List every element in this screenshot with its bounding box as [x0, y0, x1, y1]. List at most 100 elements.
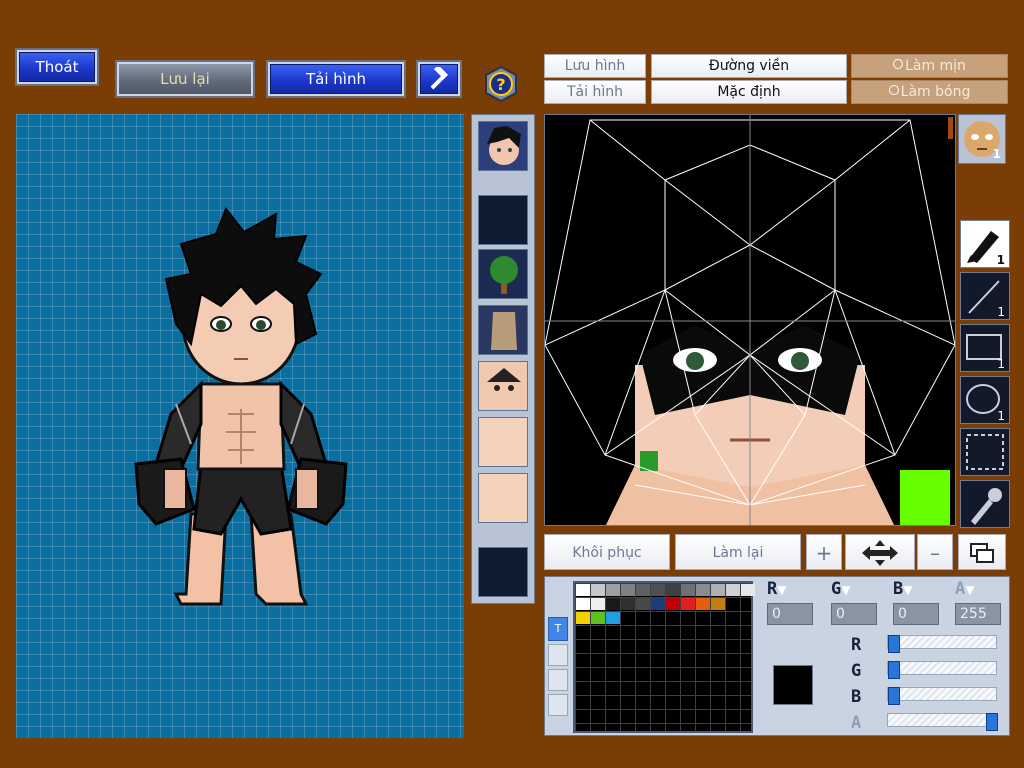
palette-swatch[interactable]	[576, 612, 590, 624]
a-slider-label: A	[851, 713, 862, 733]
palette-swatch[interactable]	[696, 598, 710, 610]
zoom-in-button[interactable]: +	[806, 534, 842, 570]
restore-button[interactable]: Khôi phục	[544, 534, 670, 570]
r-dropdown-icon[interactable]: ▼	[777, 583, 786, 597]
part-slot-hair[interactable]	[478, 121, 528, 171]
g-dropdown-icon[interactable]: ▼	[841, 583, 850, 597]
palette-swatch[interactable]	[681, 584, 695, 596]
smooth-radio[interactable]	[893, 59, 904, 69]
part-slot-empty-1[interactable]	[478, 195, 528, 245]
g-channel[interactable]: G▼	[831, 579, 881, 601]
zoom-out-button[interactable]: –	[917, 534, 953, 570]
help-button[interactable]: ?	[483, 65, 519, 103]
palette-swatch[interactable]	[591, 584, 605, 596]
a-slider-thumb[interactable]	[986, 713, 998, 731]
palette-tab-2[interactable]	[548, 644, 568, 666]
palette-swatch[interactable]	[636, 598, 650, 610]
rectangle-tool[interactable]: 1	[960, 324, 1010, 372]
palette-swatch[interactable]	[606, 584, 620, 596]
b-slider[interactable]	[887, 687, 997, 705]
palette-panel: T R▼ 0 G▼ 0 B▼ 0 A▼ 255 R G B A	[544, 576, 1010, 736]
part-slot-face-1[interactable]	[478, 361, 528, 411]
load-image-button[interactable]: Tải hình	[544, 80, 646, 104]
r-slider[interactable]	[887, 635, 997, 653]
part-slot-tree[interactable]	[478, 249, 528, 299]
eyedropper-icon	[971, 488, 1002, 525]
select-tool[interactable]	[960, 428, 1010, 476]
a-slider[interactable]	[887, 713, 998, 731]
part-slot-empty-2[interactable]	[478, 547, 528, 597]
a-dropdown-icon[interactable]: ▼	[965, 583, 974, 597]
palette-swatch[interactable]	[741, 584, 755, 596]
palette-grid[interactable]	[573, 581, 755, 733]
shade-label: Làm bóng	[900, 84, 971, 100]
smooth-option[interactable]: Làm mịn	[851, 54, 1008, 78]
palette-swatch[interactable]	[621, 584, 635, 596]
layers-button[interactable]	[958, 534, 1006, 570]
part-slot-body[interactable]	[478, 305, 528, 355]
part-selector	[471, 114, 535, 604]
palette-tab-3[interactable]	[548, 669, 568, 691]
save-button[interactable]: Lưu lại	[115, 60, 255, 98]
b-slider-thumb[interactable]	[888, 687, 900, 705]
part-slot-face-3[interactable]	[478, 473, 528, 523]
face-preview[interactable]: 1	[958, 114, 1006, 164]
palette-swatch[interactable]	[591, 598, 605, 610]
palette-tab-4[interactable]	[548, 694, 568, 716]
r-channel[interactable]: R▼	[767, 579, 817, 601]
part-slot-face-2[interactable]	[478, 417, 528, 467]
exit-button[interactable]: Thoát	[15, 48, 99, 86]
g-slider[interactable]	[887, 661, 997, 679]
outline-button[interactable]: Đường viền	[651, 54, 847, 78]
face-mesh	[545, 115, 955, 525]
shade-option[interactable]: Làm bóng	[851, 80, 1008, 104]
b-channel[interactable]: B▼	[893, 579, 943, 601]
b-dropdown-icon[interactable]: ▼	[903, 583, 912, 597]
layers-icon	[970, 543, 994, 563]
redo-button[interactable]: Làm lại	[675, 534, 801, 570]
palette-tab-1[interactable]: T	[548, 617, 568, 641]
line-tool-badge: 1	[997, 305, 1005, 319]
g-slider-label: G	[851, 661, 862, 681]
palette-swatch[interactable]	[711, 584, 725, 596]
palette-swatch[interactable]	[651, 598, 665, 610]
ellipse-tool[interactable]: 1	[960, 376, 1010, 424]
move-button[interactable]	[845, 534, 915, 570]
load-button[interactable]: Tải hình	[266, 60, 406, 98]
b-field[interactable]: 0	[893, 603, 939, 625]
g-field[interactable]: 0	[831, 603, 877, 625]
palette-swatch[interactable]	[666, 584, 680, 596]
palette-tabs: T	[548, 617, 568, 732]
palette-swatch[interactable]	[591, 612, 605, 624]
palette-swatch[interactable]	[711, 598, 725, 610]
pen-tool[interactable]: 1	[960, 220, 1010, 268]
a-field[interactable]: 255	[955, 603, 1001, 625]
hammer-button[interactable]	[416, 60, 462, 98]
save-image-button[interactable]: Lưu hình	[544, 54, 646, 78]
hammer-icon	[430, 64, 449, 89]
palette-swatch[interactable]	[726, 584, 740, 596]
palette-swatch[interactable]	[666, 598, 680, 610]
palette-swatch[interactable]	[576, 584, 590, 596]
g-slider-thumb[interactable]	[888, 661, 900, 679]
minus-icon: –	[930, 541, 940, 565]
palette-swatch[interactable]	[606, 598, 620, 610]
canvas-scroll-marker	[948, 117, 953, 139]
line-tool[interactable]: 1	[960, 272, 1010, 320]
palette-swatch[interactable]	[621, 598, 635, 610]
shade-radio[interactable]	[888, 85, 899, 95]
a-channel[interactable]: A▼	[955, 579, 1005, 601]
palette-swatch[interactable]	[576, 598, 590, 610]
palette-swatch[interactable]	[681, 598, 695, 610]
palette-swatch[interactable]	[636, 584, 650, 596]
r-slider-thumb[interactable]	[888, 635, 900, 653]
r-field[interactable]: 0	[767, 603, 813, 625]
edit-canvas[interactable]	[544, 114, 956, 526]
palette-swatch[interactable]	[606, 612, 620, 624]
eyedropper-tool[interactable]	[960, 480, 1010, 528]
r-label: R	[767, 579, 778, 599]
palette-swatch[interactable]	[696, 584, 710, 596]
default-button[interactable]: Mặc định	[651, 80, 847, 104]
b-slider-label: B	[851, 687, 862, 707]
palette-swatch[interactable]	[651, 584, 665, 596]
